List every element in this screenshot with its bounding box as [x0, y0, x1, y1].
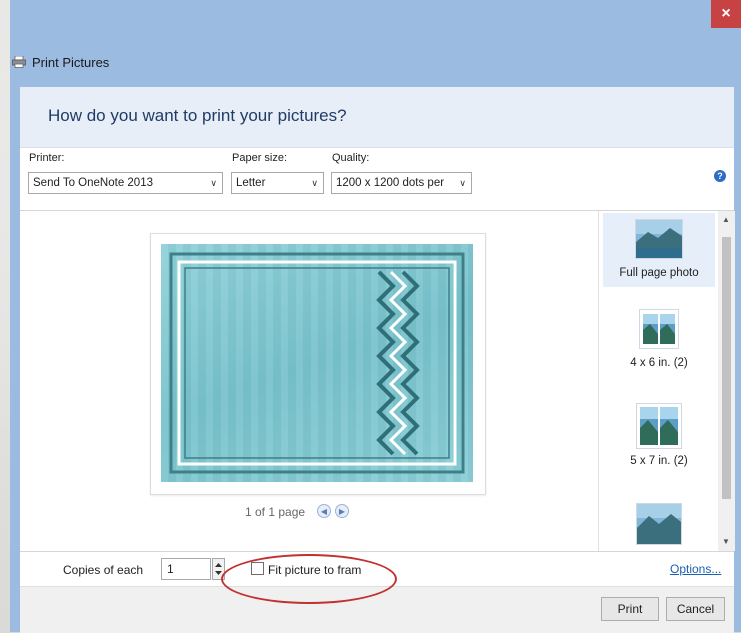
chevron-down-icon: ∨: [459, 178, 466, 188]
paper-size-label: Paper size:: [232, 152, 288, 164]
layout-label: Full page photo: [619, 267, 699, 279]
options-link[interactable]: Options...: [670, 562, 721, 576]
layout-scrollbar[interactable]: ▲ ▼: [718, 211, 735, 551]
copies-value: 1: [167, 562, 174, 576]
scroll-thumb[interactable]: [722, 237, 731, 499]
two-photo-thumbnail: [639, 309, 679, 349]
layout-list: Full page photo 4 x 6 in. (2) 5 x 7 in. …: [598, 211, 735, 551]
landscape-thumbnail: [636, 503, 682, 545]
page-counter: 1 of 1 page: [245, 505, 306, 519]
quality-select[interactable]: 1200 x 1200 dots per ∨: [331, 172, 472, 194]
scroll-up-icon[interactable]: ▲: [722, 215, 730, 224]
copies-label: Copies of each: [63, 563, 144, 577]
heading-band: How do you want to print your pictures?: [20, 87, 734, 148]
paper-size-select[interactable]: Letter ∨: [231, 172, 324, 194]
printer-select[interactable]: Send To OneNote 2013 ∨: [28, 172, 223, 194]
previous-page-button[interactable]: ◀: [317, 504, 331, 518]
scroll-down-icon[interactable]: ▼: [722, 537, 730, 546]
printer-label: Printer:: [29, 152, 65, 164]
print-button[interactable]: Print: [601, 597, 659, 621]
paper-size-value: Letter: [236, 177, 266, 189]
cancel-button[interactable]: Cancel: [666, 597, 725, 621]
preview-area: 1 of 1 page ◀ ▶: [20, 211, 598, 551]
close-button[interactable]: ×: [711, 0, 741, 28]
landscape-thumbnail: [635, 219, 683, 259]
printer-select-value: Send To OneNote 2013: [33, 177, 153, 189]
layout-label: 4 x 6 in. (2): [630, 357, 688, 369]
layout-4x6[interactable]: 4 x 6 in. (2): [603, 309, 715, 389]
chevron-down-icon: ∨: [311, 178, 318, 188]
layout-label: 5 x 7 in. (2): [630, 455, 688, 467]
preview-photo: [161, 244, 473, 482]
next-page-button[interactable]: ▶: [335, 504, 349, 518]
quality-value: 1200 x 1200 dots per: [336, 177, 445, 189]
quality-label: Quality:: [332, 152, 370, 164]
printer-icon: [12, 55, 26, 68]
dialog-client: How do you want to print your pictures? …: [20, 87, 735, 633]
annotation-circle: [221, 554, 397, 604]
window-title: Print Pictures: [32, 54, 110, 70]
two-photo-thumbnail: [636, 403, 682, 449]
page-title: How do you want to print your pictures?: [48, 106, 347, 125]
chevron-down-icon: ∨: [210, 178, 217, 188]
help-icon[interactable]: ?: [714, 170, 726, 182]
layout-full-page-photo[interactable]: Full page photo: [603, 213, 715, 287]
layout-partial[interactable]: [603, 503, 715, 551]
title-bar: Print Pictures: [10, 50, 109, 74]
layout-5x7[interactable]: 5 x 7 in. (2): [603, 403, 715, 483]
close-icon: ×: [721, 5, 731, 22]
preview-page: [150, 233, 486, 495]
copies-input[interactable]: 1: [161, 558, 211, 580]
print-options-toolbar: Printer: Send To OneNote 2013 ∨ Paper si…: [20, 148, 734, 211]
print-pictures-window: × Print Pictures How do you want to prin…: [10, 0, 741, 633]
